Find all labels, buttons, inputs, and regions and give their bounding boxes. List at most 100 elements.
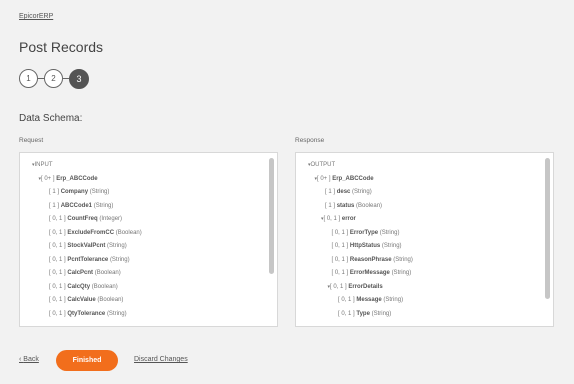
schema-node: [ 0, 1 ] ReasonPhrase (String) xyxy=(296,254,539,268)
node-cardinality: [ 0, 1 ] xyxy=(49,283,66,290)
schema-node: [ 0, 1 ] QtyTolerance (String) xyxy=(20,308,263,322)
response-scroll-thumb[interactable] xyxy=(545,158,550,299)
node-name: PcntTolerance xyxy=(67,256,109,263)
node-type: (Integer) xyxy=(99,216,123,222)
response-label: Response xyxy=(295,137,325,144)
node-name: CalcValue xyxy=(67,297,96,303)
node-type: (String) xyxy=(106,310,127,317)
request-schema-tree: ▾INPUT ▾[ 0+ ] Erp_ABCCode[ 1 ] Company (… xyxy=(20,159,263,321)
schema-node[interactable]: ▾[ 0, 1 ] ErrorDetails xyxy=(296,281,539,295)
node-name: Message xyxy=(356,297,382,303)
discard-changes-link[interactable]: Discard Changes xyxy=(134,356,188,363)
request-scrollbar[interactable] xyxy=(269,158,274,321)
node-cardinality: [ 0+ ] xyxy=(317,175,331,182)
schema-node: [ 0, 1 ] Type (String) xyxy=(296,308,539,322)
node-cardinality: [ 1 ] xyxy=(325,202,336,209)
node-cardinality: [ 0, 1 ] xyxy=(49,256,66,263)
node-type: (String) xyxy=(109,256,130,263)
schema-node: [ 0, 1 ] ErrorType (String) xyxy=(296,227,539,241)
node-cardinality: [ 0, 1 ] xyxy=(49,229,66,236)
schema-node: [ 1 ] Company (String) xyxy=(20,186,263,200)
node-name: OUTPUT xyxy=(310,162,336,168)
node-name: Erp_ABCCode xyxy=(332,175,374,182)
node-cardinality: [ 0, 1 ] xyxy=(49,270,66,276)
schema-node: [ 0, 1 ] PcntTolerance (String) xyxy=(20,254,263,268)
request-schema-panel[interactable]: ▾INPUT ▾[ 0+ ] Erp_ABCCode[ 1 ] Company (… xyxy=(19,152,278,327)
node-cardinality: [ 0, 1 ] xyxy=(338,297,355,303)
node-name: ErrorMessage xyxy=(349,270,390,276)
finished-button[interactable]: Finished xyxy=(56,350,118,371)
node-name: ReasonPhrase xyxy=(349,256,392,263)
schema-node: [ 1 ] desc (String) xyxy=(296,186,539,200)
schema-node[interactable]: ▾[ 0+ ] Erp_ABCCode xyxy=(296,173,539,187)
response-scrollbar[interactable] xyxy=(545,158,550,321)
node-type: (Boolean) xyxy=(91,283,118,290)
node-cardinality: [ 0, 1 ] xyxy=(338,310,355,317)
node-name: ErrorType xyxy=(349,229,379,236)
request-scroll-thumb[interactable] xyxy=(269,158,274,274)
node-name: StockValPcnt xyxy=(67,243,106,249)
node-type: (Boolean) xyxy=(115,229,142,236)
node-type: (String) xyxy=(379,229,400,236)
node-cardinality: [ 0, 1 ] xyxy=(331,243,349,249)
schema-node: [ 0, 1 ] StockValPcnt (String) xyxy=(20,240,263,254)
node-type: (Boolean) xyxy=(97,297,124,303)
page-title: Post Records xyxy=(19,39,104,55)
node-cardinality: [ 0, 1 ] xyxy=(330,283,347,290)
node-name: Company xyxy=(60,189,89,195)
response-schema-panel[interactable]: ▾OUTPUT ▾[ 0+ ] Erp_ABCCode[ 1 ] desc (St… xyxy=(295,152,554,327)
schema-node[interactable]: ▾OUTPUT xyxy=(296,159,539,173)
node-name: CountFreq xyxy=(67,216,98,222)
node-name: status xyxy=(336,202,355,209)
node-cardinality: [ 1 ] xyxy=(325,189,336,195)
schema-node: [ 0, 1 ] ExcludeFromCC (Boolean) xyxy=(20,227,263,241)
node-name: ErrorDetails xyxy=(348,283,383,290)
node-cardinality: [ 0+ ] xyxy=(41,175,55,182)
node-name: Type xyxy=(356,310,370,317)
node-cardinality: [ 0, 1 ] xyxy=(331,256,349,263)
node-type: (String) xyxy=(371,310,392,317)
schema-node: [ 0, 1 ] CalcQty (Boolean) xyxy=(20,281,263,295)
node-name: CalcQty xyxy=(67,283,91,290)
schema-node: [ 0, 1 ] HttpStatus (String) xyxy=(296,240,539,254)
response-schema-tree: ▾OUTPUT ▾[ 0+ ] Erp_ABCCode[ 1 ] desc (St… xyxy=(296,159,539,321)
node-name: ExcludeFromCC xyxy=(67,229,115,236)
node-name: error xyxy=(341,216,356,222)
node-name: HttpStatus xyxy=(349,243,381,249)
node-name: desc xyxy=(336,189,351,195)
node-name: QtyTolerance xyxy=(67,310,106,317)
node-cardinality: [ 0, 1 ] xyxy=(49,216,66,222)
step-1[interactable]: 1 xyxy=(19,69,38,88)
node-type: (String) xyxy=(107,243,127,249)
node-cardinality: [ 0, 1 ] xyxy=(331,270,349,276)
node-type: (String) xyxy=(393,256,413,263)
breadcrumb[interactable]: EpicorERP xyxy=(19,13,53,20)
schema-node: [ 0, 1 ] CalcPcnt (Boolean) xyxy=(20,267,263,281)
schema-node[interactable]: ▾INPUT xyxy=(20,159,263,173)
node-type: (String) xyxy=(391,270,412,276)
node-name: INPUT xyxy=(34,162,53,168)
back-label: Back xyxy=(23,356,39,363)
schema-node[interactable]: ▾[ 0, 1 ] error xyxy=(296,213,539,227)
node-name: Erp_ABCCode xyxy=(56,175,98,182)
node-cardinality: [ 0, 1 ] xyxy=(49,243,66,249)
node-type: (Boolean) xyxy=(94,270,121,276)
section-title: Data Schema: xyxy=(19,113,83,124)
node-name: ABCCode1 xyxy=(60,202,93,209)
node-cardinality: [ 0, 1 ] xyxy=(49,310,66,317)
request-label: Request xyxy=(19,137,44,144)
schema-node[interactable]: ▾[ 0+ ] Erp_ABCCode xyxy=(20,173,263,187)
schema-node: [ 0, 1 ] CalcValue (Boolean) xyxy=(20,294,263,308)
schema-node: [ 0, 1 ] ErrorMessage (String) xyxy=(296,267,539,281)
node-cardinality: [ 0, 1 ] xyxy=(323,216,341,222)
node-cardinality: [ 1 ] xyxy=(49,189,60,195)
schema-node: [ 1 ] status (Boolean) xyxy=(296,200,539,214)
node-cardinality: [ 1 ] xyxy=(49,202,60,209)
node-type: (String) xyxy=(352,189,372,195)
back-link[interactable]: ‹ Back xyxy=(19,356,39,363)
step-3: 3 xyxy=(69,68,89,89)
node-type: (Boolean) xyxy=(356,202,383,209)
step-2[interactable]: 2 xyxy=(44,69,63,88)
node-type: (String) xyxy=(89,189,110,195)
node-cardinality: [ 0, 1 ] xyxy=(331,229,349,236)
